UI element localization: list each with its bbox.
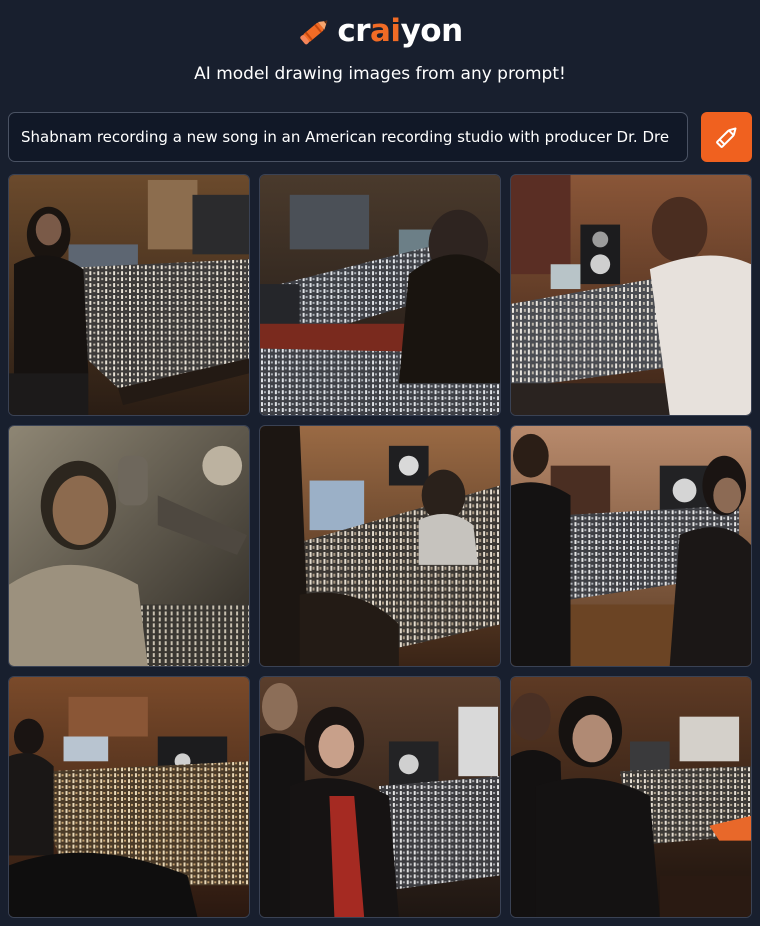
result-image[interactable] [8, 174, 250, 416]
craiyon-page: craiyon AI model drawing images from any… [0, 0, 760, 926]
result-image[interactable] [8, 676, 250, 918]
prompt-box [8, 112, 688, 162]
result-image[interactable] [510, 174, 752, 416]
draw-button[interactable] [701, 112, 752, 162]
result-image[interactable] [510, 676, 752, 918]
result-image[interactable] [8, 425, 250, 667]
result-image[interactable] [259, 174, 501, 416]
crayon-pencil-icon [300, 20, 328, 45]
logo-wordmark[interactable]: craiyon [337, 13, 463, 49]
prompt-input[interactable] [21, 128, 675, 146]
results-grid [8, 174, 752, 918]
tagline: AI model drawing images from any prompt! [194, 64, 566, 84]
result-image[interactable] [259, 425, 501, 667]
result-image[interactable] [259, 676, 501, 918]
header: craiyon [0, 10, 760, 52]
result-image[interactable] [510, 425, 752, 667]
pencil-icon [715, 127, 736, 148]
